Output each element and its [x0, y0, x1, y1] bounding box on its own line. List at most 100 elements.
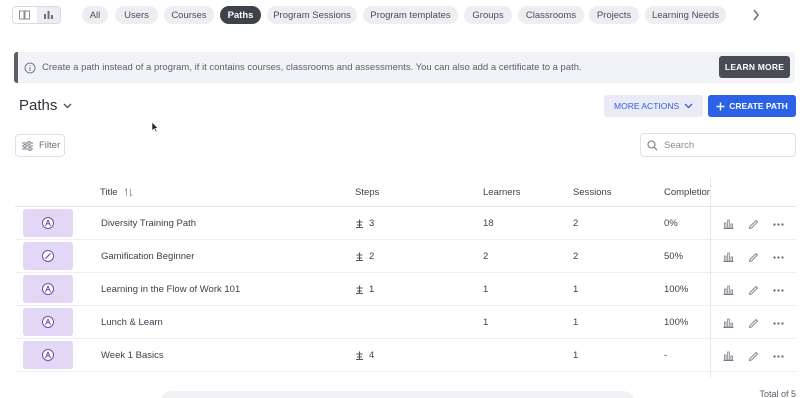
tab-classrooms[interactable]: Classrooms: [518, 6, 584, 24]
tab-all[interactable]: All: [82, 6, 108, 24]
row-title[interactable]: Diversity Training Path: [101, 218, 196, 229]
sliders-icon: [22, 140, 33, 151]
row-edit-button[interactable]: [746, 217, 760, 231]
row-edit-button[interactable]: [746, 349, 760, 363]
create-path-label: CREATE PATH: [729, 101, 788, 111]
row-thumbnail: [23, 308, 73, 336]
path-icon: [45, 219, 51, 227]
table-row[interactable]: Gamification Beginner 2 2 2 50%: [15, 240, 796, 273]
row-thumbnail: [23, 275, 73, 303]
filter-button[interactable]: Filter: [15, 134, 65, 157]
bar-chart-icon: [723, 318, 733, 328]
row-edit-button[interactable]: [746, 250, 760, 264]
row-analytics-button[interactable]: [721, 283, 735, 297]
create-path-button[interactable]: CREATE PATH: [708, 95, 796, 117]
tab-users[interactable]: Users: [115, 6, 158, 24]
chart-view-button[interactable]: [36, 7, 60, 23]
row-thumbnail: [23, 242, 73, 270]
more-horizontal-icon: [772, 255, 784, 259]
table-row[interactable]: Week 1 Basics 4 1 -: [15, 339, 796, 372]
row-more-button[interactable]: [771, 316, 785, 330]
mouse-cursor-icon: [151, 121, 159, 133]
row-thumbnail: [23, 209, 73, 237]
chevron-down-icon: [684, 103, 693, 109]
plus-icon: [716, 102, 725, 110]
table-row[interactable]: Lunch & Learn 1 1 100%: [15, 306, 796, 339]
more-horizontal-icon: [772, 288, 784, 292]
row-more-button[interactable]: [771, 283, 785, 297]
col-sessions-header[interactable]: Sessions: [573, 187, 612, 198]
row-more-button[interactable]: [771, 217, 785, 231]
steps-icon: [356, 285, 363, 294]
more-horizontal-icon: [772, 222, 784, 226]
row-sessions: 1: [573, 350, 579, 361]
row-more-button[interactable]: [771, 349, 785, 363]
path-icon: [45, 351, 51, 359]
col-title-header[interactable]: Title: [100, 187, 133, 198]
row-title[interactable]: Week 1 Basics: [101, 350, 164, 361]
row-analytics-button[interactable]: [721, 316, 735, 330]
tab-paths[interactable]: Paths: [220, 6, 261, 24]
page-title-label: Paths: [19, 97, 58, 114]
row-title[interactable]: Gamification Beginner: [101, 251, 194, 262]
tab-program-templates[interactable]: Program templates: [363, 6, 458, 24]
row-completion: 0%: [664, 218, 678, 229]
bar-chart-icon: [723, 252, 733, 262]
row-completion: 50%: [664, 251, 684, 262]
row-more-button[interactable]: [771, 250, 785, 264]
info-icon: [24, 62, 36, 73]
row-steps: 4: [355, 350, 374, 361]
learn-more-button[interactable]: LEARN MORE: [719, 56, 790, 78]
col-completion-header[interactable]: Completion: [664, 187, 710, 198]
bar-chart-icon: [723, 351, 733, 361]
tab-courses[interactable]: Courses: [164, 6, 214, 24]
row-completion: 100%: [664, 317, 689, 328]
view-toggle: [12, 6, 61, 24]
col-steps-header[interactable]: Steps: [355, 187, 379, 198]
row-steps-value: 2: [369, 251, 375, 262]
banner-text: Create a path instead of a program, if i…: [42, 62, 582, 73]
row-analytics-button[interactable]: [721, 217, 735, 231]
more-actions-label: MORE ACTIONS: [614, 101, 680, 111]
row-completion: 100%: [664, 284, 689, 295]
tab-learning-needs[interactable]: Learning Needs: [645, 6, 726, 24]
path-icon: [45, 318, 51, 326]
filter-label: Filter: [39, 140, 61, 151]
row-steps-value: 1: [369, 284, 375, 295]
col-title-label: Title: [100, 187, 118, 198]
row-steps: 1: [355, 284, 374, 295]
page-title[interactable]: Paths: [19, 97, 72, 114]
bottom-panel-edge: [160, 391, 635, 398]
row-analytics-button[interactable]: [721, 349, 735, 363]
row-edit-button[interactable]: [746, 316, 760, 330]
steps-icon: [356, 252, 363, 261]
book-icon: [19, 10, 31, 20]
scroll-right-button[interactable]: [750, 7, 762, 23]
table-row[interactable]: Diversity Training Path 3 18 2 0%: [15, 207, 796, 240]
row-title[interactable]: Learning in the Flow of Work 101: [101, 284, 240, 295]
row-type-badge: [42, 283, 54, 295]
row-type-badge: [42, 217, 54, 229]
path-icon: [45, 285, 51, 293]
row-sessions: 1: [573, 317, 579, 328]
pencil-icon: [748, 351, 758, 361]
pencil-icon: [748, 285, 758, 295]
tab-program-sessions[interactable]: Program Sessions: [267, 6, 357, 24]
book-view-button[interactable]: [13, 7, 37, 23]
search-input[interactable]: [664, 139, 784, 151]
tab-groups[interactable]: Groups: [464, 6, 512, 24]
more-actions-button[interactable]: MORE ACTIONS: [604, 95, 703, 117]
row-thumbnail: [23, 341, 73, 369]
row-type-badge: [42, 316, 54, 328]
tab-projects[interactable]: Projects: [589, 6, 639, 24]
top-filter-bar: All Users Courses Paths Program Sessions…: [0, 0, 800, 30]
info-banner: Create a path instead of a program, if i…: [14, 52, 795, 83]
total-count: Total of 5: [759, 389, 796, 398]
bar-chart-icon: [723, 285, 733, 295]
row-edit-button[interactable]: [746, 283, 760, 297]
row-steps: 3: [355, 218, 374, 229]
col-learners-header[interactable]: Learners: [483, 187, 521, 198]
table-row[interactable]: Learning in the Flow of Work 101 1 1 1 100%: [15, 273, 796, 306]
row-analytics-button[interactable]: [721, 250, 735, 264]
row-title[interactable]: Lunch & Learn: [101, 317, 163, 328]
